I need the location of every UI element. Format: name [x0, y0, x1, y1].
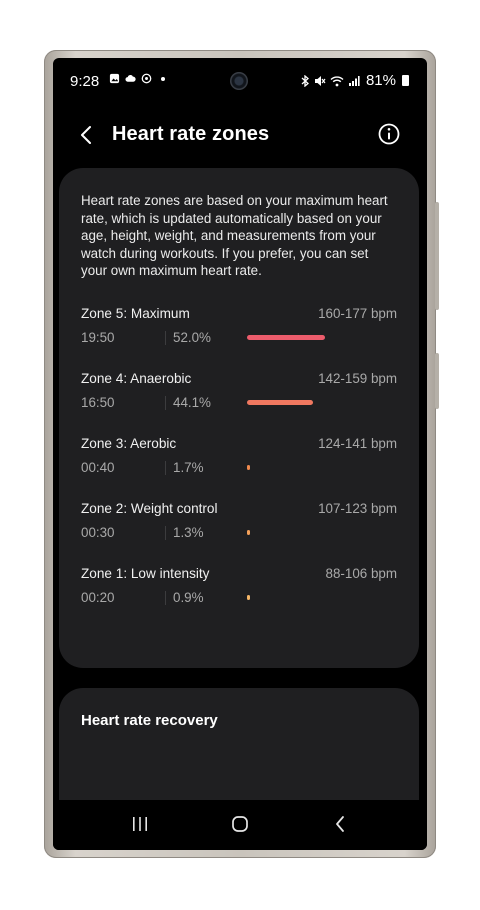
zone-percent: 0.9% — [173, 590, 204, 605]
mute-icon — [314, 75, 326, 86]
navigation-bar — [53, 800, 427, 850]
info-button[interactable] — [377, 122, 401, 146]
zone-row: Zone 5: Maximum 160-177 bpm 19:50 52.0% — [81, 306, 397, 356]
gallery-icon — [109, 73, 120, 84]
zone-bar-track — [247, 400, 397, 405]
zone-bar-track — [247, 465, 397, 470]
zone-bpm-range: 160-177 bpm — [318, 306, 397, 321]
zone-divider — [165, 331, 166, 345]
zone-percent: 52.0% — [173, 330, 211, 345]
zone-bar — [247, 465, 250, 470]
zone-name: Zone 4: Anaerobic — [81, 371, 192, 386]
recents-button[interactable] — [126, 812, 154, 836]
notification-icons — [109, 73, 165, 84]
zone-name: Zone 5: Maximum — [81, 306, 190, 321]
home-button[interactable] — [226, 812, 254, 836]
zone-bpm-range: 124-141 bpm — [318, 436, 397, 451]
nav-back-button[interactable] — [326, 812, 354, 836]
phone-screen: 9:28 81% Heart rate zones Heart rate zon… — [53, 58, 427, 850]
info-icon — [378, 123, 400, 145]
zone-bpm-range: 88-106 bpm — [325, 566, 397, 581]
battery-level: 81% — [365, 72, 396, 89]
zone-percent: 1.7% — [173, 460, 204, 475]
zone-name: Zone 1: Low intensity — [81, 566, 210, 581]
zone-name: Zone 2: Weight control — [81, 501, 218, 516]
cloud-icon — [125, 75, 136, 82]
zone-bar-track — [247, 595, 397, 600]
system-icons: 81% — [301, 72, 409, 89]
back-arrow-icon — [336, 816, 344, 832]
zone-divider — [165, 526, 166, 540]
status-time: 9:28 — [70, 73, 100, 90]
recents-icon — [133, 817, 147, 831]
home-icon — [232, 816, 248, 832]
bluetooth-icon — [301, 74, 309, 87]
zone-bpm-range: 107-123 bpm — [318, 501, 397, 516]
zone-divider — [165, 396, 166, 410]
zone-duration: 00:20 — [81, 590, 115, 605]
zone-row: Zone 2: Weight control 107-123 bpm 00:30 1.… — [81, 501, 397, 551]
zone-divider — [165, 461, 166, 475]
zone-row: Zone 1: Low intensity 88-106 bpm 00:20 0.9% — [81, 566, 397, 616]
back-button[interactable] — [79, 122, 101, 148]
zone-row: Zone 3: Aerobic 124-141 bpm 00:40 1.7% — [81, 436, 397, 486]
zone-duration: 19:50 — [81, 330, 115, 345]
zones-description: Heart rate zones are based on your maxim… — [81, 193, 388, 278]
zone-percent: 1.3% — [173, 525, 204, 540]
status-bar: 9:28 81% — [53, 58, 427, 104]
signal-icon — [348, 75, 360, 86]
zone-bar — [247, 530, 250, 535]
wifi-icon — [330, 75, 344, 86]
zone-bpm-range: 142-159 bpm — [318, 371, 397, 386]
volume-button — [435, 353, 439, 409]
zone-bar-track — [247, 530, 397, 535]
zone-divider — [165, 591, 166, 605]
tracking-icon — [141, 73, 152, 84]
zone-duration: 00:40 — [81, 460, 115, 475]
zone-bar — [247, 400, 313, 405]
zone-percent: 44.1% — [173, 395, 211, 410]
zone-duration: 16:50 — [81, 395, 115, 410]
zone-row: Zone 4: Anaerobic 142-159 bpm 16:50 44.1% — [81, 371, 397, 421]
app-header: Heart rate zones — [53, 116, 427, 156]
zone-name: Zone 3: Aerobic — [81, 436, 177, 451]
chevron-left-icon — [81, 126, 91, 144]
front-camera — [230, 72, 248, 90]
zone-bar-track — [247, 335, 397, 340]
battery-icon — [402, 75, 409, 86]
page-title: Heart rate zones — [112, 123, 270, 145]
zone-bar — [247, 335, 325, 340]
zone-bar — [247, 595, 250, 600]
zone-duration: 00:30 — [81, 525, 115, 540]
power-button — [435, 202, 439, 310]
recovery-title: Heart rate recovery — [81, 712, 218, 729]
more-notifications-dot — [161, 76, 165, 81]
heart-rate-zones-card: Heart rate zones are based on your maxim… — [59, 168, 419, 668]
